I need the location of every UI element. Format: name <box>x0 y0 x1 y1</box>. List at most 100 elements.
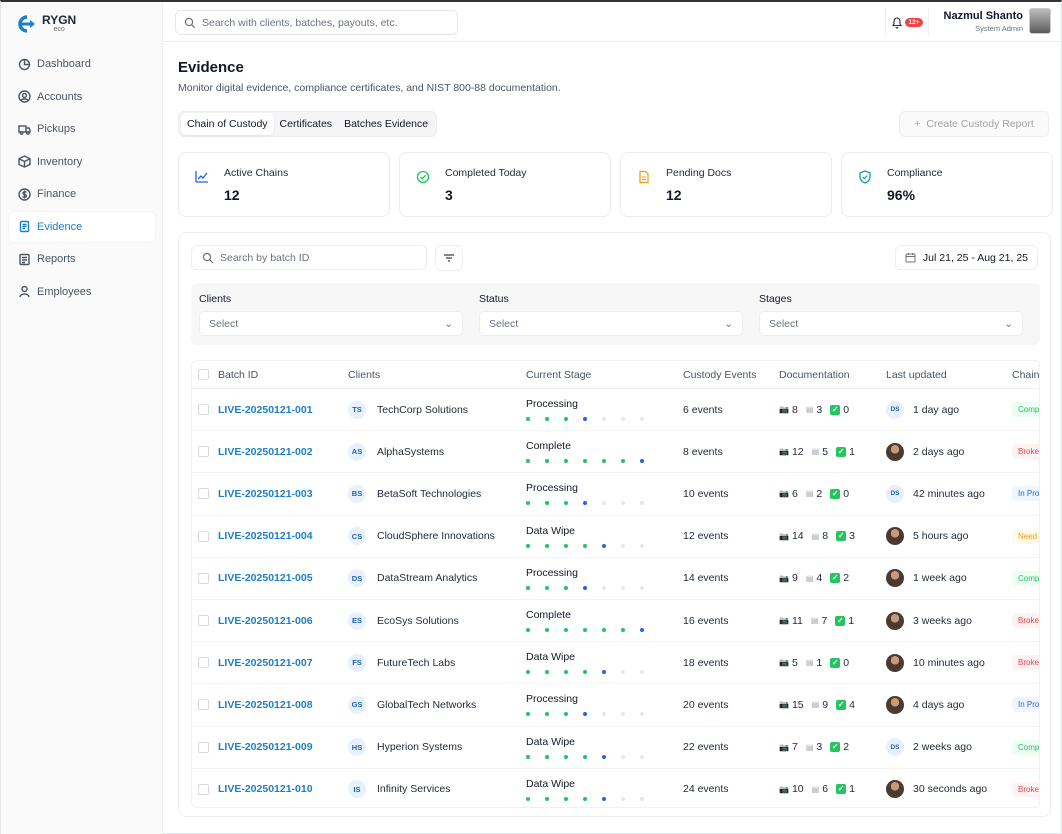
stat-card-completed-today[interactable]: Completed Today 3 <box>399 152 611 217</box>
sidebar-item-accounts[interactable]: Accounts <box>9 82 155 112</box>
col-chain[interactable]: Chain <box>1012 361 1039 388</box>
last-updated-text: 2 weeks ago <box>913 741 972 754</box>
sidebar-item-inventory[interactable]: Inventory <box>9 147 155 177</box>
col-last-updated[interactable]: Last updated <box>886 361 947 388</box>
sidebar-item-pickups[interactable]: Pickups <box>9 114 155 144</box>
user-name: Nazmul Shanto <box>943 10 1023 22</box>
stage-dot <box>564 796 568 801</box>
batch-search-input[interactable] <box>220 251 420 264</box>
stage-progress <box>526 459 644 464</box>
stat-value: 12 <box>224 187 240 203</box>
sidebar-item-evidence[interactable]: Evidence <box>9 211 155 242</box>
table-row[interactable]: LIVE-20250121-010 IS Infinity Services Da… <box>192 769 1039 807</box>
row-checkbox[interactable] <box>198 488 209 500</box>
col-documentation[interactable]: Documentation <box>779 361 850 388</box>
batch-id-link[interactable]: LIVE-20250121-010 <box>218 783 313 795</box>
table-row[interactable]: LIVE-20250121-005 DS DataStream Analytics… <box>192 558 1039 600</box>
documentation-cell: 📷 5 ▤ 1 ✓ 0 <box>779 642 857 683</box>
dashboard-icon <box>18 58 31 70</box>
clients-select[interactable]: Select ⌄ <box>199 311 463 336</box>
tab-certificates[interactable]: Certificates <box>274 113 339 135</box>
row-checkbox-cell <box>198 600 209 641</box>
row-checkbox[interactable] <box>198 530 209 542</box>
batch-id-link[interactable]: LIVE-20250121-003 <box>218 488 313 500</box>
chart-line-icon <box>195 171 208 183</box>
table-row[interactable]: LIVE-20250121-007 FS FutureTech Labs Data… <box>192 642 1039 685</box>
table-row[interactable]: LIVE-20250121-008 GS GlobalTech Networks … <box>192 684 1039 727</box>
table-row[interactable]: LIVE-20250121-001 TS TechCorp Solutions P… <box>192 389 1039 432</box>
create-custody-report-button[interactable]: + Create Custody Report <box>899 111 1049 137</box>
row-checkbox[interactable] <box>198 446 209 458</box>
tab-chain-of-custody[interactable]: Chain of Custody <box>181 113 274 135</box>
batch-id-link[interactable]: LIVE-20250121-005 <box>218 572 313 584</box>
stat-card-compliance[interactable]: Compliance 96% <box>841 152 1053 217</box>
table-row[interactable]: LIVE-20250121-006 ES EcoSys Solutions Com… <box>192 600 1039 643</box>
batch-id-link[interactable]: LIVE-20250121-006 <box>218 615 313 627</box>
batch-id-link[interactable]: LIVE-20250121-007 <box>218 657 313 669</box>
custody-panel: Jul 21, 25 - Aug 21, 25 Clients Select ⌄ … <box>178 232 1051 817</box>
col-clients[interactable]: Clients <box>348 361 380 388</box>
dollar-icon <box>18 187 31 201</box>
stage-dot <box>602 670 606 675</box>
doc-certs: ✓ 2 <box>830 741 849 753</box>
user-circle-icon <box>18 90 31 103</box>
date-range-picker[interactable]: Jul 21, 25 - Aug 21, 25 <box>894 245 1038 270</box>
user-avatar[interactable] <box>1029 8 1051 34</box>
batch-id-link[interactable]: LIVE-20250121-002 <box>218 446 313 458</box>
stages-select[interactable]: Select ⌄ <box>759 311 1023 336</box>
status-select[interactable]: Select ⌄ <box>479 311 743 336</box>
stage-dot <box>564 417 568 421</box>
doc-certs: ✓ 2 <box>830 572 849 584</box>
select-all-checkbox[interactable] <box>198 369 209 380</box>
notifications-button[interactable]: 12+ <box>885 9 929 35</box>
col-batch-id[interactable]: Batch ID <box>218 361 258 388</box>
filter-button[interactable] <box>435 245 463 271</box>
tab-batches-evidence[interactable]: Batches Evidence <box>338 113 434 135</box>
client-initials: BS <box>348 484 366 503</box>
sidebar-item-dashboard[interactable]: Dashboard <box>9 49 155 79</box>
table-row[interactable]: LIVE-20250121-009 HS Hyperion Systems Dat… <box>192 727 1039 769</box>
batch-id-link[interactable]: LIVE-20250121-004 <box>218 530 313 542</box>
files-count: 8 <box>822 530 829 543</box>
stage-dot <box>526 585 530 590</box>
global-search-input[interactable] <box>202 16 442 29</box>
doc-files: ▤ 5 <box>812 446 828 458</box>
photos-count: 8 <box>791 403 798 416</box>
chain-status-badge: Broke <box>1012 613 1039 629</box>
stage-dot <box>640 459 644 464</box>
row-checkbox[interactable] <box>198 699 209 711</box>
page-icon: ▤ <box>811 447 820 457</box>
stage-dot <box>526 417 530 421</box>
sidebar-item-reports[interactable]: Reports <box>9 244 155 274</box>
row-checkbox[interactable] <box>198 783 209 795</box>
row-checkbox[interactable] <box>198 404 209 416</box>
table-row[interactable]: LIVE-20250121-004 CS CloudSphere Innovati… <box>192 516 1039 558</box>
files-count: 1 <box>816 656 823 669</box>
col-current-stage[interactable]: Current Stage <box>526 361 591 388</box>
user-info[interactable]: Nazmul Shanto System Admin <box>943 10 1023 33</box>
stat-card-active-chains[interactable]: Active Chains 12 <box>178 152 390 217</box>
row-checkbox[interactable] <box>198 615 209 627</box>
global-search[interactable] <box>175 10 458 35</box>
batch-id-link[interactable]: LIVE-20250121-009 <box>218 741 313 753</box>
batch-id-link[interactable]: LIVE-20250121-008 <box>218 699 313 711</box>
row-checkbox[interactable] <box>198 657 209 669</box>
doc-files: ▤ 7 <box>811 615 827 627</box>
stat-card-pending-docs[interactable]: Pending Docs 12 <box>620 152 832 217</box>
stage-dot <box>621 501 625 506</box>
sidebar-item-finance[interactable]: Finance <box>9 179 155 209</box>
stage-dot <box>545 543 549 548</box>
row-checkbox[interactable] <box>198 572 209 584</box>
col-custody-events[interactable]: Custody Events <box>683 361 757 388</box>
row-checkbox[interactable] <box>198 741 209 753</box>
sidebar-item-employees[interactable]: Employees <box>9 277 155 307</box>
stage-dot <box>583 543 587 548</box>
batch-search[interactable] <box>191 245 427 270</box>
table-row[interactable]: LIVE-20250121-003 BS BetaSoft Technologie… <box>192 473 1039 516</box>
batch-id-link[interactable]: LIVE-20250121-001 <box>218 404 313 416</box>
stage-dot <box>583 712 587 717</box>
logo[interactable]: RYGN eco <box>12 14 76 34</box>
chain-cell: Broke <box>1012 600 1039 641</box>
date-range-text: Jul 21, 25 - Aug 21, 25 <box>922 251 1028 264</box>
table-row[interactable]: LIVE-20250121-002 AS AlphaSystems Complet… <box>192 431 1039 474</box>
